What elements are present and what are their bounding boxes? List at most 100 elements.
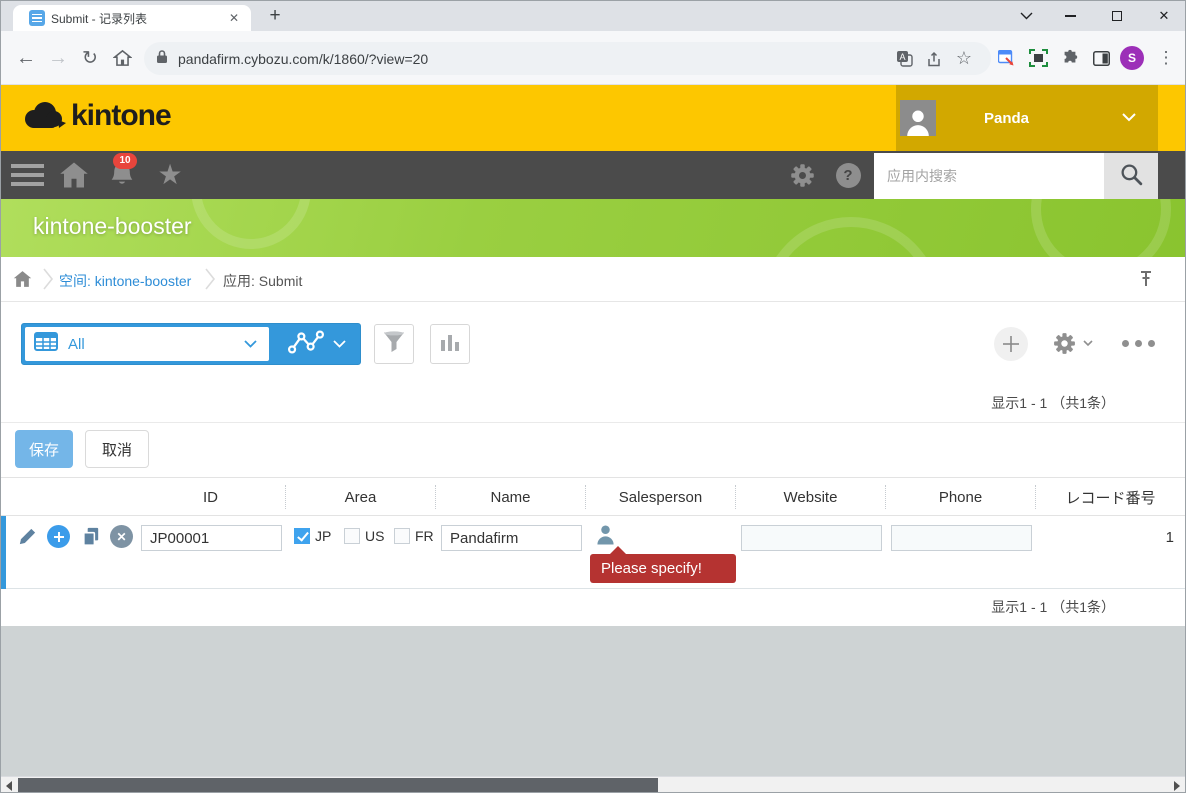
checkbox-unchecked-icon[interactable] [344,528,360,544]
favorites-star-icon[interactable]: ★ [153,151,187,199]
banner-decor-ring [191,199,311,249]
column-header-area[interactable]: Area [286,485,436,509]
view-name: All [68,336,244,353]
graph-chevron-down-icon [333,335,346,353]
window-close-button[interactable]: ✕ [1147,1,1181,31]
website-input[interactable] [741,525,882,551]
side-panel-icon[interactable] [1086,31,1116,85]
tab-favicon-table-icon [29,10,45,26]
insert-row-icon[interactable] [47,525,70,548]
tab-title: Submit - 记录列表 [51,10,225,27]
duplicate-row-icon[interactable] [79,524,103,548]
scroll-right-arrow-icon[interactable] [1174,781,1180,791]
breadcrumb-home-icon[interactable] [13,270,32,293]
browser-window: Submit - 记录列表 ✕ + ✕ ← → ↻ pandafirm.cybo… [0,0,1186,793]
hamburger-menu-icon[interactable] [11,164,44,186]
phone-input[interactable] [891,525,1032,551]
graph-dropdown[interactable] [272,324,360,364]
space-banner[interactable]: kintone-booster [1,199,1185,257]
more-options-button[interactable] [1122,340,1155,347]
record-number: 1 [1036,529,1174,546]
translate-icon[interactable]: A [889,42,919,75]
breadcrumb-space-link[interactable]: 空间: kintone-booster [59,271,191,291]
search-button[interactable] [1104,153,1158,199]
view-selector: All [21,323,361,365]
url-text[interactable]: pandafirm.cybozu.com/k/1860/?view=20 [178,51,889,67]
area-checkbox-jp[interactable]: JP [294,528,331,544]
view-chevron-down-icon [244,335,257,353]
new-tab-button[interactable]: + [263,4,287,28]
horizontal-scrollbar[interactable] [1,776,1185,793]
scrollbar-thumb[interactable] [18,778,658,793]
view-dropdown[interactable]: All [25,327,269,361]
search-icon [1119,162,1144,190]
bookmark-star-icon[interactable]: ☆ [949,42,979,75]
breadcrumb-separator [204,267,216,296]
window-minimize-button[interactable] [1053,1,1087,31]
extensions-puzzle-icon[interactable] [1055,31,1085,85]
window-chevron-icon[interactable] [1009,1,1043,31]
scroll-left-arrow-icon[interactable] [6,781,12,791]
browser-tab[interactable]: Submit - 记录列表 ✕ [13,5,251,31]
delete-row-icon[interactable]: ✕ [110,525,133,548]
column-header-id[interactable]: ID [136,485,286,509]
cancel-button[interactable]: 取消 [85,430,149,468]
app-settings-button[interactable] [1052,331,1093,356]
pagination-top: 显示1 - 1 （共1条） [991,393,1115,413]
validation-tooltip: Please specify! [590,554,736,583]
share-icon[interactable] [919,42,949,75]
banner-decor-ring [761,217,941,257]
lock-icon [156,49,168,69]
svg-text:A: A [899,52,905,62]
area-checkbox-fr[interactable]: FR [394,528,434,544]
breadcrumb: 空间: kintone-booster 应用: Submit [1,257,1185,302]
browser-menu-icon[interactable]: ⋮ [1151,31,1181,85]
settings-gear-icon [1052,331,1077,356]
admin-gear-icon[interactable] [787,151,817,199]
tab-close-icon[interactable]: ✕ [225,11,243,25]
user-menu[interactable]: Panda [896,85,1158,151]
record-list-area: All [1,302,1185,626]
help-icon[interactable]: ? [833,151,863,199]
column-header-salesperson[interactable]: Salesperson [586,485,736,509]
table-header-row: ID Area Name Salesperson Website Phone レ… [1,477,1186,516]
divider [1,422,1185,423]
checkbox-checked-icon[interactable] [294,528,310,544]
table-row: ✕ JP US FR Please specify! 1 [1,516,1186,589]
reload-icon[interactable]: ↻ [75,31,105,85]
user-avatar-icon [900,100,936,136]
filter-button[interactable] [374,324,414,364]
back-icon[interactable]: ← [11,31,41,85]
add-record-button[interactable] [994,327,1028,361]
window-maximize-button[interactable] [1100,1,1134,31]
user-chevron-down-icon [1122,109,1136,127]
save-button[interactable]: 保存 [15,430,73,468]
banner-decor-ring [1031,199,1171,257]
kintone-logo[interactable]: kintone [21,99,171,133]
forward-icon[interactable]: → [43,31,73,85]
column-header-name[interactable]: Name [436,485,586,509]
address-bar[interactable]: pandafirm.cybozu.com/k/1860/?view=20 A ☆ [144,42,991,75]
browser-navbar: ← → ↻ pandafirm.cybozu.com/k/1860/?view=… [1,31,1185,85]
column-header-record-number[interactable]: レコード番号 [1036,485,1186,509]
portal-home-icon[interactable] [57,151,91,199]
edit-pencil-icon[interactable] [15,524,39,548]
profile-avatar[interactable]: S [1120,46,1144,70]
app-search-input[interactable] [874,153,1104,199]
page-footer-area [1,626,1185,776]
capture-extension-icon[interactable] [1023,31,1053,85]
pin-icon[interactable] [1139,270,1153,293]
graph-polyline-icon [287,329,325,360]
extension-window-icon[interactable] [991,31,1021,85]
bar-chart-icon [439,331,461,358]
name-input[interactable] [441,525,582,551]
area-checkbox-us[interactable]: US [344,528,384,544]
home-icon[interactable] [107,31,137,85]
breadcrumb-app-label: 应用: Submit [223,271,302,291]
column-header-website[interactable]: Website [736,485,886,509]
checkbox-unchecked-icon[interactable] [394,528,410,544]
notification-badge: 10 [113,153,137,169]
column-header-phone[interactable]: Phone [886,485,1036,509]
chart-button[interactable] [430,324,470,364]
id-input[interactable] [141,525,282,551]
